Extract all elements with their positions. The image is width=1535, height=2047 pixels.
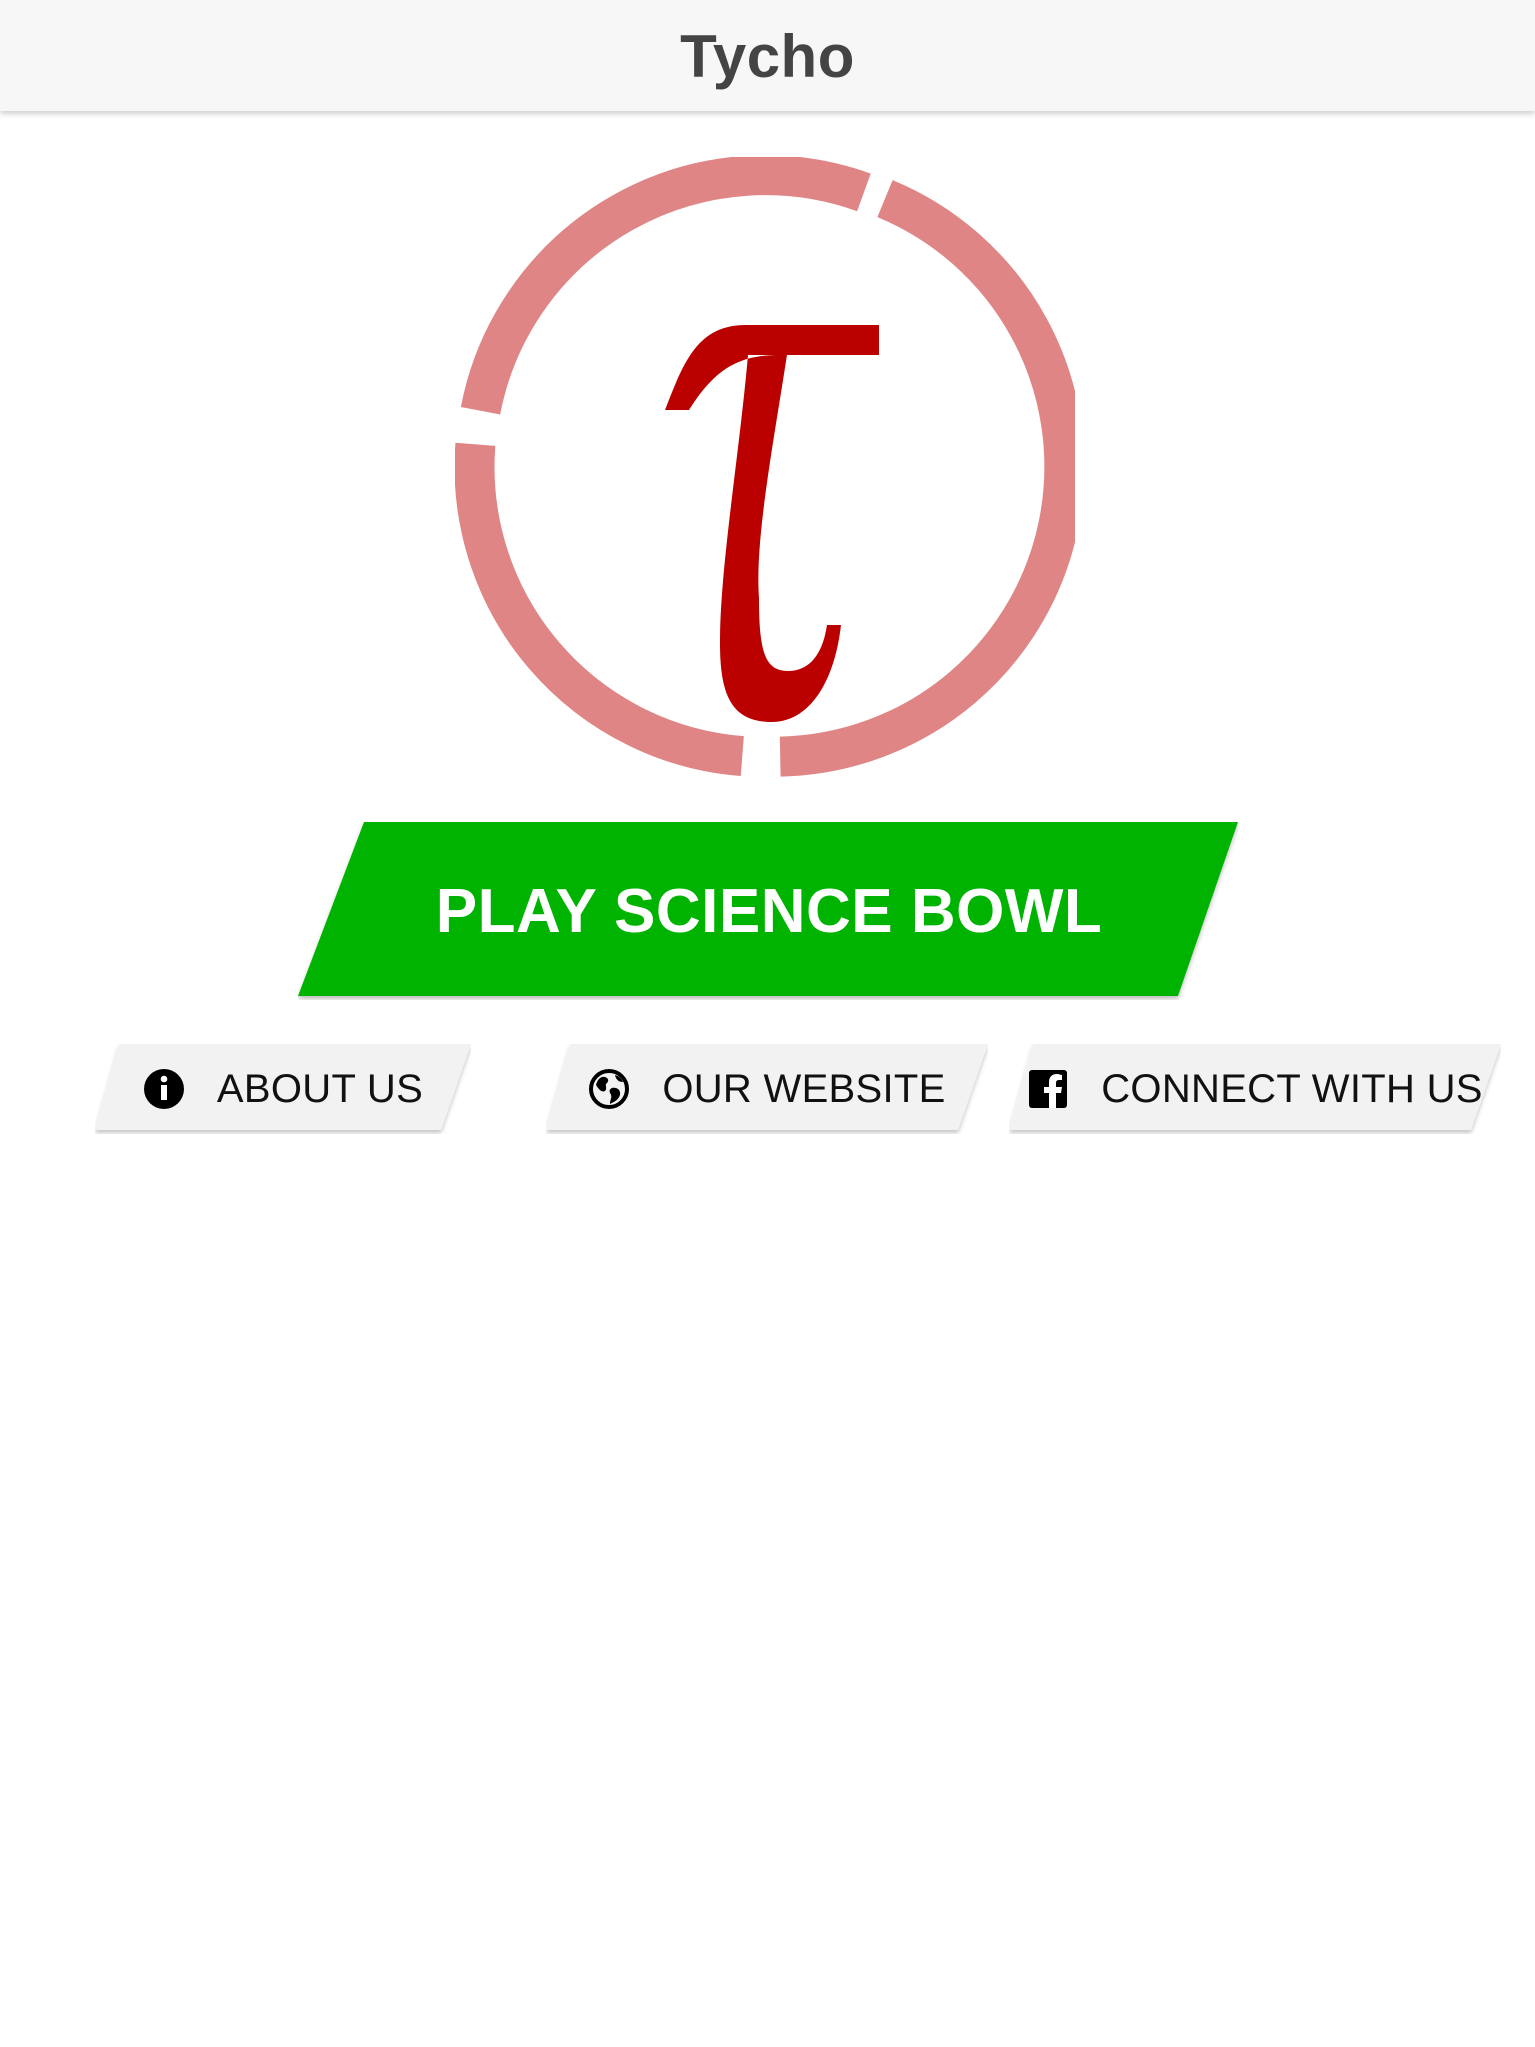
website-button-label: OUR WEBSITE: [662, 1066, 946, 1111]
app-title: Tycho: [680, 23, 855, 90]
about-button-label: ABOUT US: [216, 1066, 424, 1111]
connect-with-us-button[interactable]: CONNECT WITH US: [1009, 1044, 1501, 1134]
logo-ring-segment: [460, 157, 871, 415]
play-science-bowl-button[interactable]: PLAY SCIENCE BOWL: [298, 822, 1240, 1000]
tycho-logo-graphic: [455, 157, 1075, 777]
app-screen: Tycho PLAY SCIENCE BOWL ABOUT US OUR WEB…: [0, 0, 1535, 2047]
globe-icon: [588, 1068, 630, 1110]
about-button-content: ABOUT US: [95, 1044, 471, 1134]
tau-glyph: [665, 325, 879, 722]
facebook-icon: [1027, 1068, 1069, 1110]
logo-ring-segment: [455, 442, 744, 777]
connect-button-label: CONNECT WITH US: [1101, 1066, 1483, 1111]
info-icon: [143, 1068, 185, 1110]
app-header: Tycho: [0, 0, 1535, 111]
about-us-button[interactable]: ABOUT US: [95, 1044, 471, 1134]
play-button-label: PLAY SCIENCE BOWL: [435, 876, 1103, 946]
website-button-content: OUR WEBSITE: [546, 1044, 988, 1134]
connect-button-content: CONNECT WITH US: [1009, 1044, 1501, 1134]
our-website-button[interactable]: OUR WEBSITE: [546, 1044, 988, 1134]
tycho-logo: [455, 157, 1075, 777]
